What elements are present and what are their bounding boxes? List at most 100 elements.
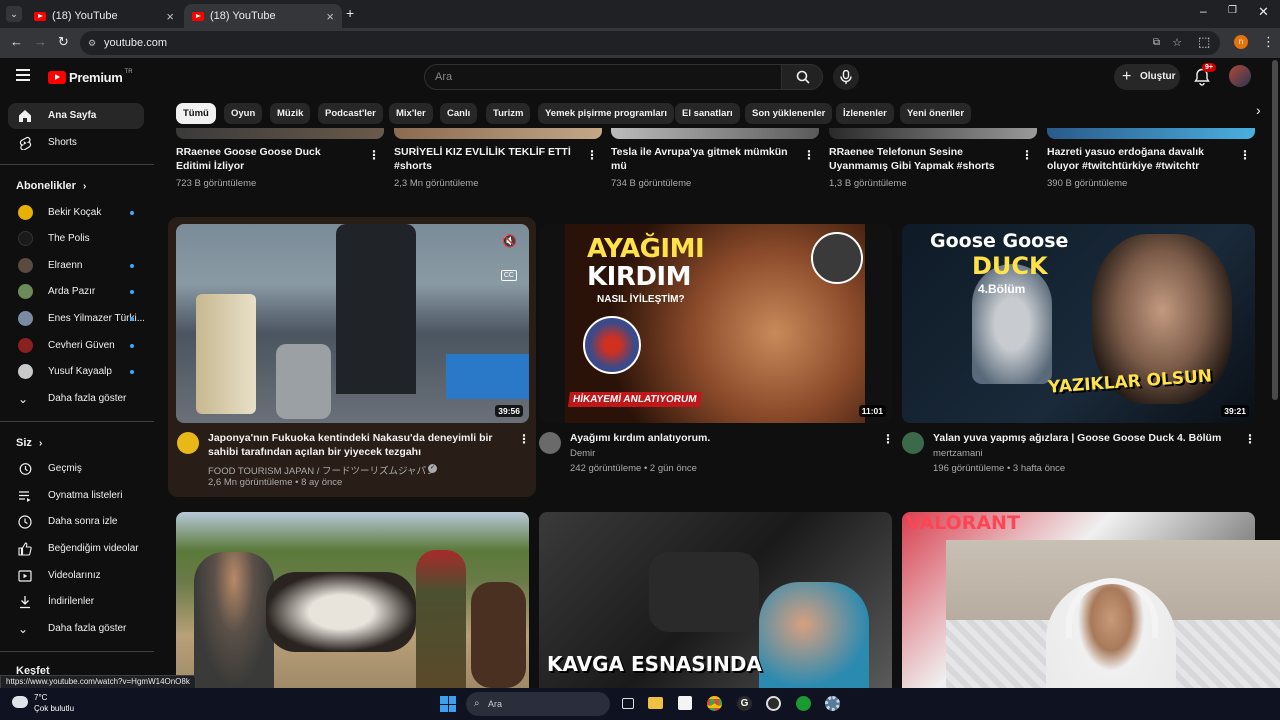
bookmark-star-icon[interactable]: ☆ bbox=[1172, 31, 1182, 55]
chip-new[interactable]: Yeni öneriler bbox=[900, 103, 972, 124]
video-thumbnail[interactable]: Goose Goose DUCK 4.Bölüm YAZIKLAR OLSUN … bbox=[902, 224, 1255, 423]
start-button[interactable] bbox=[440, 696, 456, 712]
sidebar-sub-thepolis[interactable]: The Polis bbox=[8, 226, 144, 252]
sidebar-sub-enes[interactable]: Enes Yilmazer Türki... bbox=[8, 306, 144, 332]
close-tab-icon[interactable]: × bbox=[326, 9, 334, 24]
more-actions-icon[interactable]: ⋮ bbox=[1021, 148, 1033, 162]
video-title[interactable]: Ayağımı kırdım anlatıyorum. bbox=[570, 431, 870, 445]
browser-menu-icon[interactable]: ⋮ bbox=[1262, 34, 1275, 50]
sidebar-subs-show-more[interactable]: ⌄ Daha fazla göster bbox=[8, 386, 144, 412]
url-field[interactable]: ⚙ youtube.com ⧉ ☆ bbox=[80, 31, 1220, 55]
video-thumbnail[interactable] bbox=[176, 512, 529, 688]
profile-avatar[interactable]: n bbox=[1234, 35, 1248, 49]
taskbar-search[interactable]: ⌕ Ara bbox=[466, 692, 610, 716]
app-g-icon[interactable]: G bbox=[737, 696, 752, 711]
mute-icon[interactable]: 🔇 bbox=[502, 234, 517, 248]
short-title[interactable]: RRaenee Goose Goose Duck Editimi İzliyor bbox=[176, 145, 358, 173]
hamburger-menu-icon[interactable] bbox=[16, 69, 30, 81]
xbox-icon[interactable] bbox=[796, 696, 811, 711]
more-actions-icon[interactable]: ⋮ bbox=[1244, 432, 1256, 446]
tab-search-button[interactable]: ⌄ bbox=[6, 6, 22, 22]
sidebar-item-history[interactable]: Geçmiş bbox=[8, 456, 144, 482]
chip-recent[interactable]: Son yüklenenler bbox=[745, 103, 833, 124]
more-actions-icon[interactable]: ⋮ bbox=[368, 148, 380, 162]
video-title[interactable]: Japonya'nın Fukuoka kentindeki Nakasu'da… bbox=[208, 431, 510, 459]
file-explorer-icon[interactable] bbox=[648, 697, 663, 709]
captions-icon[interactable]: CC bbox=[500, 270, 517, 281]
chip-cooking[interactable]: Yemek pişirme programları bbox=[538, 103, 674, 124]
reload-icon[interactable]: ↻ bbox=[58, 34, 69, 50]
back-icon[interactable]: ← bbox=[10, 34, 23, 49]
close-window-button[interactable]: ✕ bbox=[1258, 4, 1269, 20]
channel-avatar[interactable] bbox=[539, 432, 561, 454]
video-title[interactable]: Yalan yuva yapmış ağızlara | Goose Goose… bbox=[933, 431, 1233, 445]
short-thumbnail[interactable] bbox=[611, 128, 819, 139]
sidebar-item-downloads[interactable]: İndirilenler bbox=[8, 589, 144, 615]
chrome-icon[interactable] bbox=[707, 696, 722, 711]
you-header[interactable]: Siz › bbox=[16, 437, 42, 449]
extensions-icon[interactable]: ⬚ bbox=[1198, 34, 1210, 50]
page-scrollbar[interactable] bbox=[1272, 60, 1278, 400]
short-title[interactable]: SURİYELİ KIZ EVLİLİK TEKLİF ETTİ #shorts bbox=[394, 145, 576, 173]
short-title[interactable]: RRaenee Telefonun Sesine Uyanmamış Gibi … bbox=[829, 145, 1013, 173]
close-tab-icon[interactable]: × bbox=[166, 9, 174, 24]
sidebar-item-liked[interactable]: Beğendiğim videolar bbox=[8, 536, 144, 562]
install-app-icon[interactable]: ⧉ bbox=[1153, 31, 1160, 55]
channel-avatar[interactable] bbox=[902, 432, 924, 454]
settings-icon[interactable] bbox=[825, 696, 840, 711]
video-thumbnail[interactable]: KAVGA ESNASINDA bbox=[539, 512, 892, 688]
youtube-logo[interactable]: Premium TR bbox=[48, 68, 133, 86]
subscriptions-header[interactable]: Abonelikler › bbox=[16, 180, 86, 192]
forward-icon[interactable]: → bbox=[34, 34, 47, 49]
browser-tab-1[interactable]: (18) YouTube × bbox=[26, 4, 182, 28]
more-actions-icon[interactable]: ⋮ bbox=[586, 148, 598, 162]
sidebar-item-watch-later[interactable]: Daha sonra izle bbox=[8, 509, 144, 535]
new-tab-button[interactable]: + bbox=[346, 5, 354, 21]
search-input[interactable]: Ara bbox=[424, 64, 782, 90]
chip-crafts[interactable]: El sanatları bbox=[675, 103, 740, 124]
chip-music[interactable]: Müzik bbox=[270, 103, 311, 124]
chip-live[interactable]: Canlı bbox=[440, 103, 478, 124]
more-actions-icon[interactable]: ⋮ bbox=[803, 148, 815, 162]
task-view-icon[interactable] bbox=[622, 698, 634, 709]
channel-avatar[interactable] bbox=[177, 432, 199, 454]
sidebar-item-your-videos[interactable]: Videolarınız bbox=[8, 563, 144, 589]
video-thumbnail[interactable]: AYAĞIMI KIRDIM NASIL İYİLEŞTİM? HİKAYEMİ… bbox=[539, 224, 892, 423]
sidebar-you-show-more[interactable]: ⌄ Daha fazla göster bbox=[8, 616, 144, 642]
notifications-button[interactable]: 9+ bbox=[1192, 63, 1216, 86]
short-title[interactable]: Tesla ile Avrupa'ya gitmek mümkün mü bbox=[611, 145, 791, 173]
sidebar-item-home[interactable]: Ana Sayfa bbox=[8, 103, 144, 129]
restore-button[interactable]: ❐ bbox=[1228, 5, 1237, 16]
site-info-icon[interactable]: ⚙ bbox=[88, 31, 96, 55]
more-actions-icon[interactable]: ⋮ bbox=[882, 432, 894, 446]
chip-all[interactable]: Tümü bbox=[176, 103, 216, 124]
account-avatar[interactable] bbox=[1229, 65, 1251, 87]
channel-name[interactable]: mertzamani bbox=[933, 448, 983, 459]
chip-podcasts[interactable]: Podcast'ler bbox=[318, 103, 383, 124]
short-thumbnail[interactable] bbox=[176, 128, 384, 139]
sidebar-sub-bekir[interactable]: Bekir Koçak bbox=[8, 200, 144, 226]
chip-watched[interactable]: İzlenenler bbox=[836, 103, 894, 124]
sidebar-sub-yusuf[interactable]: Yusuf Kayaalp bbox=[8, 359, 144, 385]
chip-mixes[interactable]: Mix'ler bbox=[389, 103, 433, 124]
short-thumbnail[interactable] bbox=[394, 128, 602, 139]
minimize-button[interactable]: – bbox=[1200, 4, 1207, 18]
sidebar-sub-elraenn[interactable]: Elraenn bbox=[8, 253, 144, 279]
video-thumbnail[interactable]: 🔇 CC 39:56 bbox=[176, 224, 529, 423]
create-button[interactable]: + Oluştur bbox=[1114, 64, 1180, 90]
short-thumbnail[interactable] bbox=[829, 128, 1037, 139]
channel-name[interactable]: Demir bbox=[570, 448, 595, 459]
chip-gaming[interactable]: Oyun bbox=[224, 103, 263, 124]
sidebar-sub-arda[interactable]: Arda Pazır bbox=[8, 279, 144, 305]
channel-name[interactable]: FOOD TOURISM JAPAN / フードツーリズムジャパン bbox=[208, 463, 436, 477]
sidebar-item-shorts[interactable]: Shorts bbox=[8, 130, 144, 156]
sidebar-item-playlists[interactable]: Oynatma listeleri bbox=[8, 483, 144, 509]
weather-icon[interactable] bbox=[12, 696, 28, 708]
short-title[interactable]: Hazreti yasuo erdoğana davalık oluyor #t… bbox=[1047, 145, 1233, 173]
more-actions-icon[interactable]: ⋮ bbox=[1239, 148, 1251, 162]
sidebar-sub-cevheri[interactable]: Cevheri Güven bbox=[8, 333, 144, 359]
search-button[interactable] bbox=[781, 64, 823, 90]
voice-search-button[interactable] bbox=[833, 64, 859, 90]
chips-next-arrow[interactable]: › bbox=[1256, 102, 1261, 118]
obs-icon[interactable] bbox=[766, 696, 781, 711]
